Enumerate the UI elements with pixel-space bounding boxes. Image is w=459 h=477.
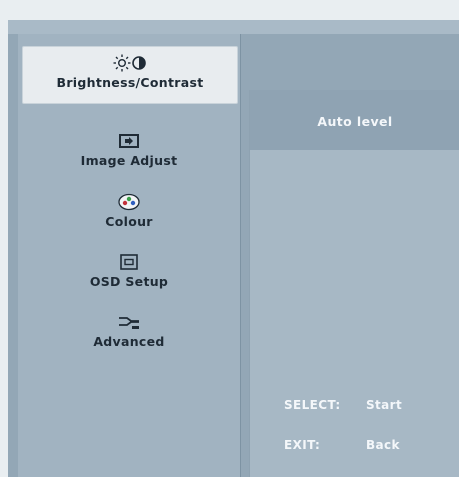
exit-action-label: Back <box>366 438 400 452</box>
image-adjust-icon <box>119 134 139 148</box>
osd-main-menu: Brightness/Contrast Image Adjust Colour <box>18 34 241 477</box>
menu-item-image-adjust[interactable]: Image Adjust <box>18 131 240 168</box>
select-key-label: SELECT: <box>284 398 341 412</box>
panel-header: Auto level <box>250 90 459 150</box>
menu-item-label: Advanced <box>93 334 165 349</box>
menu-item-advanced[interactable]: Advanced <box>18 312 240 349</box>
menu-item-label: Image Adjust <box>80 153 178 168</box>
advanced-icon <box>119 317 139 329</box>
colour-icon <box>118 193 140 211</box>
menu-item-osd-setup[interactable]: OSD Setup <box>18 252 240 289</box>
menu-item-label: Brightness/Contrast <box>56 75 204 90</box>
osd-menu: Brightness/Contrast Image Adjust Colour <box>8 20 459 477</box>
menu-item-label: Colour <box>105 214 153 229</box>
menu-item-label: OSD Setup <box>89 274 169 289</box>
menu-item-brightness-contrast[interactable]: Brightness/Contrast <box>22 46 238 104</box>
menu-item-colour[interactable]: Colour <box>18 192 240 229</box>
auto-level-panel: Auto level SELECT: Start EXIT: Back <box>249 90 459 477</box>
panel-title: Auto level <box>317 114 393 129</box>
osd-setup-icon <box>120 254 138 270</box>
select-action-label: Start <box>366 398 403 412</box>
osd-top-strip <box>8 20 459 34</box>
exit-key-label: EXIT: <box>284 438 321 452</box>
brightness-contrast-icon <box>113 54 146 72</box>
